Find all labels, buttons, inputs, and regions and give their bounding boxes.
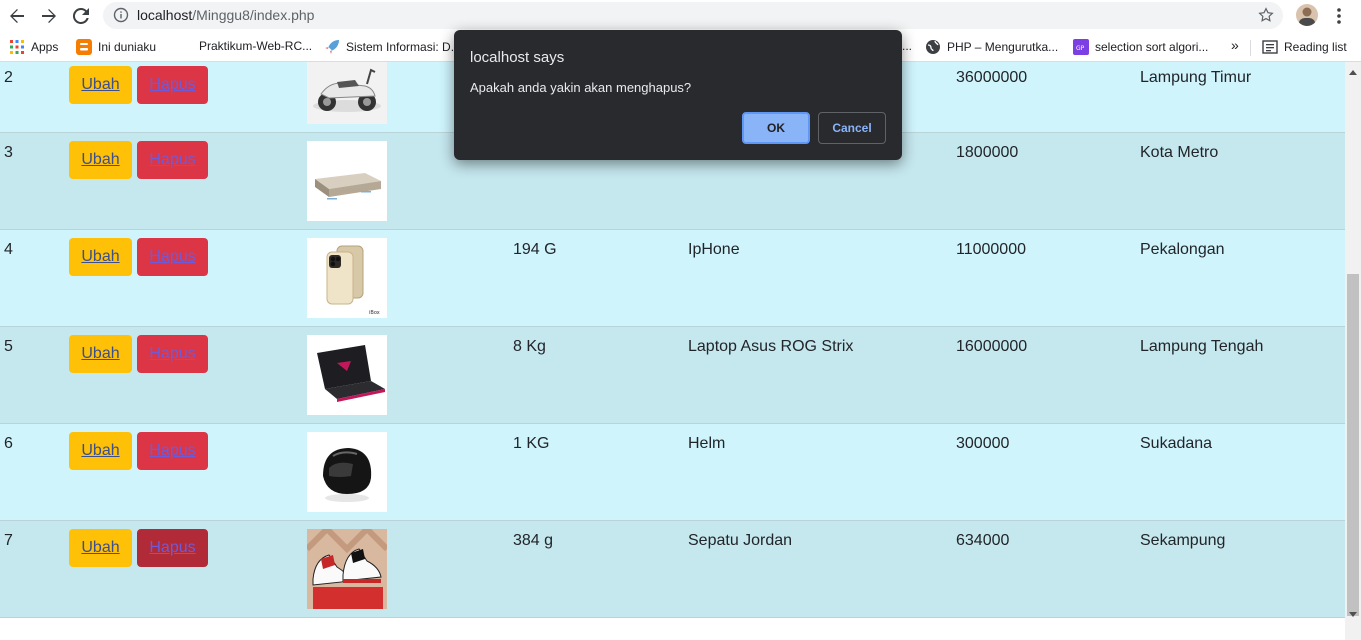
scroll-down-arrow-icon[interactable] — [1349, 612, 1357, 617]
kebab-menu-icon[interactable] — [1330, 6, 1348, 26]
globe-icon — [925, 39, 941, 55]
weight-cell: 8 Kg — [513, 338, 546, 355]
table-row: 5 Ubah Hapus 8 Kg Laptop Asus ROG Strix … — [0, 327, 1345, 424]
bookmark-label: Ini duniaku — [98, 40, 157, 54]
page-scrollbar[interactable] — [1345, 62, 1361, 640]
product-image-sneakers — [307, 529, 387, 609]
delete-button[interactable]: Hapus — [137, 141, 208, 179]
bookmark-label: PHP – Mengurutka... — [947, 40, 1059, 54]
weight-cell: 194 G — [513, 241, 557, 258]
blogger-icon — [76, 39, 92, 55]
dialog-title: localhost says — [470, 49, 565, 66]
bookmark-praktikum[interactable]: Praktikum-Web-RC... — [199, 39, 312, 53]
gp-logo-icon: GP — [1073, 39, 1089, 55]
delete-button[interactable]: Hapus — [137, 432, 208, 470]
product-image-helmet — [307, 432, 387, 512]
weight-cell: 384 g — [513, 532, 554, 549]
delete-button[interactable]: Hapus — [137, 335, 208, 373]
delete-button[interactable]: Hapus — [137, 66, 208, 104]
price-cell: 16000000 — [956, 338, 1028, 355]
edit-button[interactable]: Ubah — [69, 335, 132, 373]
delete-button[interactable]: Hapus — [137, 238, 208, 276]
bookmark-label: Sistem Informasi: D... — [346, 40, 461, 54]
profile-avatar[interactable] — [1296, 4, 1318, 26]
product-image-laptop — [307, 335, 387, 415]
bookmarks-overflow-button[interactable]: » — [1231, 37, 1239, 53]
price-cell: 36000000 — [956, 69, 1028, 86]
edit-button[interactable]: Ubah — [69, 141, 132, 179]
bookmark-label: selection sort algori... — [1095, 40, 1209, 54]
confirm-dialog: localhost says Apakah anda yakin akan me… — [454, 30, 902, 160]
name-cell: Sepatu Jordan — [688, 532, 793, 549]
bookmark-hidden[interactable]: ... — [902, 39, 912, 53]
bookmark-label: Reading list — [1284, 40, 1347, 54]
edit-button[interactable]: Ubah — [69, 66, 132, 104]
scroll-up-arrow-icon[interactable] — [1349, 70, 1357, 75]
price-cell: 634000 — [956, 532, 1010, 549]
svg-text:iBox: iBox — [369, 310, 380, 316]
price-cell: 300000 — [956, 435, 1010, 452]
overflow-label: » — [1231, 37, 1239, 53]
forward-arrow-icon[interactable] — [36, 4, 62, 28]
location-cell: Pekalongan — [1140, 241, 1225, 258]
name-cell: Laptop Asus ROG Strix — [688, 338, 854, 355]
reading-list-button[interactable]: Reading list — [1262, 39, 1347, 55]
row-number: 7 — [4, 532, 13, 549]
reload-icon[interactable] — [68, 4, 94, 28]
edit-button[interactable]: Ubah — [69, 432, 132, 470]
bookmark-label: ... — [902, 39, 913, 53]
name-cell: IpHone — [688, 241, 740, 258]
delete-button[interactable]: Hapus — [137, 529, 208, 567]
price-cell: 1800000 — [956, 144, 1019, 161]
scrollbar-thumb[interactable] — [1347, 274, 1359, 616]
table-row: 4 Ubah Hapus iBox 194 G IpHone 11000000 … — [0, 230, 1345, 327]
price-cell: 11000000 — [956, 241, 1026, 258]
bookmark-star-icon[interactable] — [1257, 6, 1275, 29]
bookmark-php[interactable]: PHP – Mengurutka... — [925, 39, 1058, 55]
product-image-iphone: iBox — [307, 238, 387, 318]
rocket-icon — [324, 39, 340, 55]
edit-button[interactable]: Ubah — [69, 529, 132, 567]
row-number: 5 — [4, 338, 13, 355]
table-row: 7 Ubah Hapus 384 g Sepatu Jordan 634000 … — [0, 521, 1345, 618]
location-cell: Lampung Timur — [1140, 69, 1252, 86]
row-number: 3 — [4, 144, 13, 161]
weight-cell: 1 KG — [513, 435, 550, 452]
row-number: 4 — [4, 241, 13, 258]
bookmark-label: Praktikum-Web-RC... — [199, 39, 313, 53]
bookmark-apps[interactable]: Apps — [9, 39, 58, 55]
row-number: 6 — [4, 435, 13, 452]
bookmark-divider — [1250, 40, 1251, 56]
bookmark-label: Apps — [31, 40, 59, 54]
info-icon[interactable] — [113, 7, 129, 28]
browser-toolbar: localhost/Minggu8/index.php — [0, 0, 1361, 32]
svg-text:GP: GP — [1076, 45, 1085, 52]
apps-grid-icon — [9, 39, 25, 55]
product-image-scooter — [307, 62, 387, 124]
location-cell: Kota Metro — [1140, 144, 1219, 161]
product-image-mattress — [307, 141, 387, 221]
reading-list-icon — [1262, 39, 1278, 55]
edit-button[interactable]: Ubah — [69, 238, 132, 276]
table-row: 6 Ubah Hapus 1 KG Helm 300000 Sukadana — [0, 424, 1345, 521]
location-cell: Sekampung — [1140, 532, 1226, 549]
cancel-button[interactable]: Cancel — [818, 112, 886, 144]
bookmark-selection-sort[interactable]: GP selection sort algori... — [1073, 39, 1208, 55]
location-cell: Sukadana — [1140, 435, 1213, 452]
bookmark-ini-duniaku[interactable]: Ini duniaku — [76, 39, 156, 55]
name-cell: Helm — [688, 435, 726, 452]
row-number: 2 — [4, 69, 13, 86]
bookmark-sistem-informasi[interactable]: Sistem Informasi: D... — [324, 39, 461, 55]
location-cell: Lampung Tengah — [1140, 338, 1264, 355]
url-text: localhost/Minggu8/index.php — [137, 7, 315, 23]
address-bar[interactable]: localhost/Minggu8/index.php — [103, 2, 1283, 29]
back-arrow-icon[interactable] — [4, 4, 30, 28]
ok-button[interactable]: OK — [742, 112, 810, 144]
dialog-message: Apakah anda yakin akan menghapus? — [470, 80, 692, 95]
